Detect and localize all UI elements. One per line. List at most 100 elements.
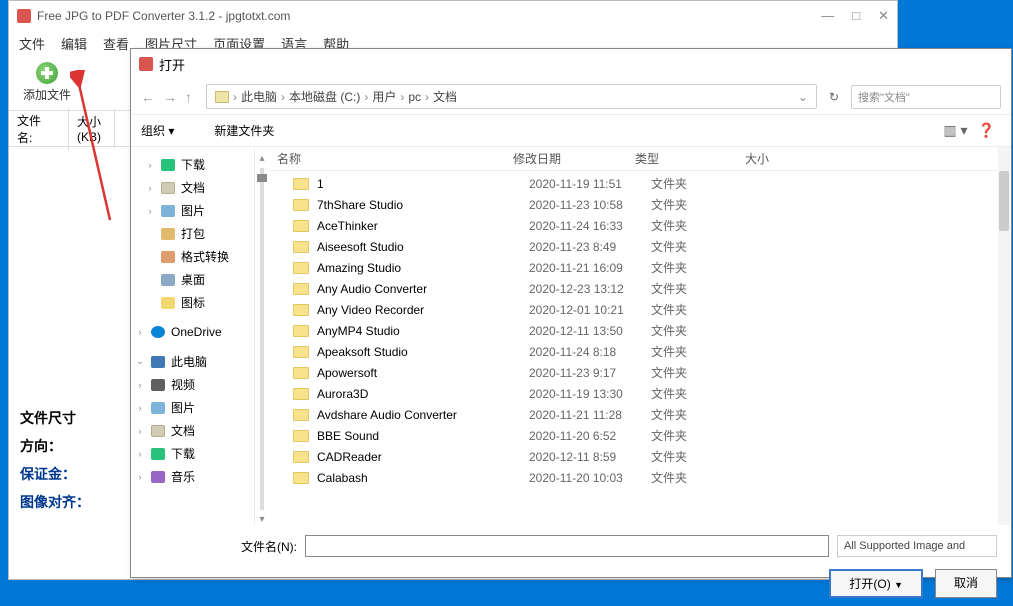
tree-item[interactable]: ›OneDrive (135, 322, 250, 342)
open-button[interactable]: 打开(O) ▼ (829, 569, 923, 598)
tree-item[interactable]: 打包 (135, 222, 250, 245)
col-type[interactable]: 类型 (627, 150, 737, 167)
tree-item[interactable]: ›图片 (135, 396, 250, 419)
titlebar: Free JPG to PDF Converter 3.1.2 - jpgtot… (9, 1, 897, 31)
ic-docs-icon (151, 425, 165, 437)
cancel-button[interactable]: 取消 (935, 569, 997, 598)
scrollbar-thumb[interactable] (999, 171, 1009, 231)
organize-button[interactable]: 组织 ▾ (141, 122, 174, 139)
col-name[interactable]: 名称 (269, 150, 505, 167)
dialog-nav: ← → ↑ › 此电脑› 本地磁盘 (C:)› 用户› pc› 文档 ⌄ ↻ 搜… (131, 79, 1011, 115)
nav-up-icon[interactable]: ↑ (185, 89, 192, 105)
ic-music-icon (151, 471, 165, 483)
tree-item[interactable]: 桌面 (135, 268, 250, 291)
tree-label: 文档 (171, 422, 195, 439)
dialog-title: 打开 (159, 55, 185, 74)
list-item[interactable]: Calabash 2020-11-20 10:03 文件夹 (269, 467, 1011, 488)
help-button[interactable]: ❓ (978, 122, 995, 139)
refresh-button[interactable]: ↻ (823, 90, 845, 104)
menu-edit[interactable]: 编辑 (61, 34, 87, 53)
cell-date: 2020-12-23 13:12 (529, 282, 651, 296)
tree-item[interactable]: ›文档 (135, 176, 250, 199)
tree-item[interactable]: 格式转换 (135, 245, 250, 268)
col-size[interactable]: 大小 (737, 150, 797, 167)
folder-icon (293, 472, 309, 484)
add-file-button[interactable]: 添加文件 (23, 62, 71, 103)
crumb-docs[interactable]: 文档 (433, 88, 457, 105)
list-item[interactable]: 7thShare Studio 2020-11-23 10:58 文件夹 (269, 194, 1011, 215)
maximize-button[interactable]: □ (852, 8, 860, 24)
filetype-filter[interactable]: All Supported Image and (837, 535, 997, 557)
tree-item[interactable]: ⌄此电脑 (135, 350, 250, 373)
list-item[interactable]: Aurora3D 2020-11-19 13:30 文件夹 (269, 383, 1011, 404)
tree-divider-slider[interactable]: ▴▾ (255, 147, 269, 525)
tree-item[interactable]: ›图片 (135, 199, 250, 222)
tree-label: 下载 (171, 445, 195, 462)
ic-video-icon (151, 379, 165, 391)
list-item[interactable]: Aiseesoft Studio 2020-11-23 8:49 文件夹 (269, 236, 1011, 257)
folder-icon (293, 325, 309, 337)
file-list: 名称 修改日期 类型 大小 1 2020-11-19 11:51 文件夹 7th… (269, 147, 1011, 525)
list-item[interactable]: Any Audio Converter 2020-12-23 13:12 文件夹 (269, 278, 1011, 299)
tree-label: 此电脑 (171, 353, 207, 370)
crumb-pc[interactable]: 此电脑 (241, 88, 277, 105)
list-item[interactable]: Apeaksoft Studio 2020-11-24 8:18 文件夹 (269, 341, 1011, 362)
tree-label: 文档 (181, 179, 205, 196)
menu-file[interactable]: 文件 (19, 34, 45, 53)
prop-margin: 保证金： (20, 460, 90, 488)
filename-input[interactable] (305, 535, 829, 557)
cell-type: 文件夹 (651, 322, 761, 339)
list-item[interactable]: BBE Sound 2020-11-20 6:52 文件夹 (269, 425, 1011, 446)
cell-name: Any Video Recorder (317, 303, 529, 317)
tree-item[interactable]: ›下载 (135, 153, 250, 176)
app-icon (17, 9, 31, 23)
crumb-pcuser[interactable]: pc (408, 90, 421, 104)
list-item[interactable]: AceThinker 2020-11-24 16:33 文件夹 (269, 215, 1011, 236)
tree-label: 打包 (181, 225, 205, 242)
col-size[interactable]: 大小 (KB) (69, 109, 115, 148)
crumb-disk[interactable]: 本地磁盘 (C:) (289, 88, 360, 105)
tree-label: OneDrive (171, 325, 222, 339)
col-date[interactable]: 修改日期 (505, 150, 627, 167)
crumb-users[interactable]: 用户 (372, 88, 396, 105)
tree-item[interactable]: ›文档 (135, 419, 250, 442)
list-item[interactable]: Apowersoft 2020-11-23 9:17 文件夹 (269, 362, 1011, 383)
folder-icon (293, 430, 309, 442)
ic-pic-icon (161, 205, 175, 217)
breadcrumb[interactable]: › 此电脑› 本地磁盘 (C:)› 用户› pc› 文档 ⌄ (206, 84, 817, 109)
list-item[interactable]: Amazing Studio 2020-11-21 16:09 文件夹 (269, 257, 1011, 278)
tree-item[interactable]: ›音乐 (135, 465, 250, 488)
tree-item[interactable]: ›下载 (135, 442, 250, 465)
list-item[interactable]: AnyMP4 Studio 2020-12-11 13:50 文件夹 (269, 320, 1011, 341)
col-filename[interactable]: 文件 名: (9, 108, 69, 150)
dialog-footer: 文件名(N): All Supported Image and 打开(O) ▼ … (131, 525, 1011, 606)
cell-name: Calabash (317, 471, 529, 485)
tree-label: 图片 (181, 202, 205, 219)
list-item[interactable]: Avdshare Audio Converter 2020-11-21 11:2… (269, 404, 1011, 425)
view-mode-button[interactable]: ▥ ▾ (943, 122, 967, 139)
app-title: Free JPG to PDF Converter 3.1.2 - jpgtot… (37, 9, 290, 23)
minimize-button[interactable]: — (821, 8, 834, 24)
list-header: 名称 修改日期 类型 大小 (269, 147, 1011, 171)
tree-item[interactable]: 图标 (135, 291, 250, 314)
search-input[interactable]: 搜索"文档" (851, 85, 1001, 109)
new-folder-button[interactable]: 新建文件夹 (214, 122, 274, 139)
cell-date: 2020-11-19 13:30 (529, 387, 651, 401)
cell-name: 1 (317, 177, 529, 191)
nav-forward-icon[interactable]: → (163, 89, 177, 105)
ic-download-icon (151, 448, 165, 460)
menu-view[interactable]: 查看 (103, 34, 129, 53)
cell-type: 文件夹 (651, 196, 761, 213)
folder-icon (293, 178, 309, 190)
folder-icon (293, 451, 309, 463)
tree-item[interactable]: ›视频 (135, 373, 250, 396)
tree-label: 图标 (181, 294, 205, 311)
list-item[interactable]: Any Video Recorder 2020-12-01 10:21 文件夹 (269, 299, 1011, 320)
list-item[interactable]: 1 2020-11-19 11:51 文件夹 (269, 173, 1011, 194)
close-button[interactable]: ✕ (878, 8, 889, 24)
list-item[interactable]: CADReader 2020-12-11 8:59 文件夹 (269, 446, 1011, 467)
cell-date: 2020-11-24 16:33 (529, 219, 651, 233)
cell-type: 文件夹 (651, 238, 761, 255)
breadcrumb-dropdown-icon[interactable]: ⌄ (798, 90, 808, 104)
nav-back-icon[interactable]: ← (141, 89, 155, 105)
